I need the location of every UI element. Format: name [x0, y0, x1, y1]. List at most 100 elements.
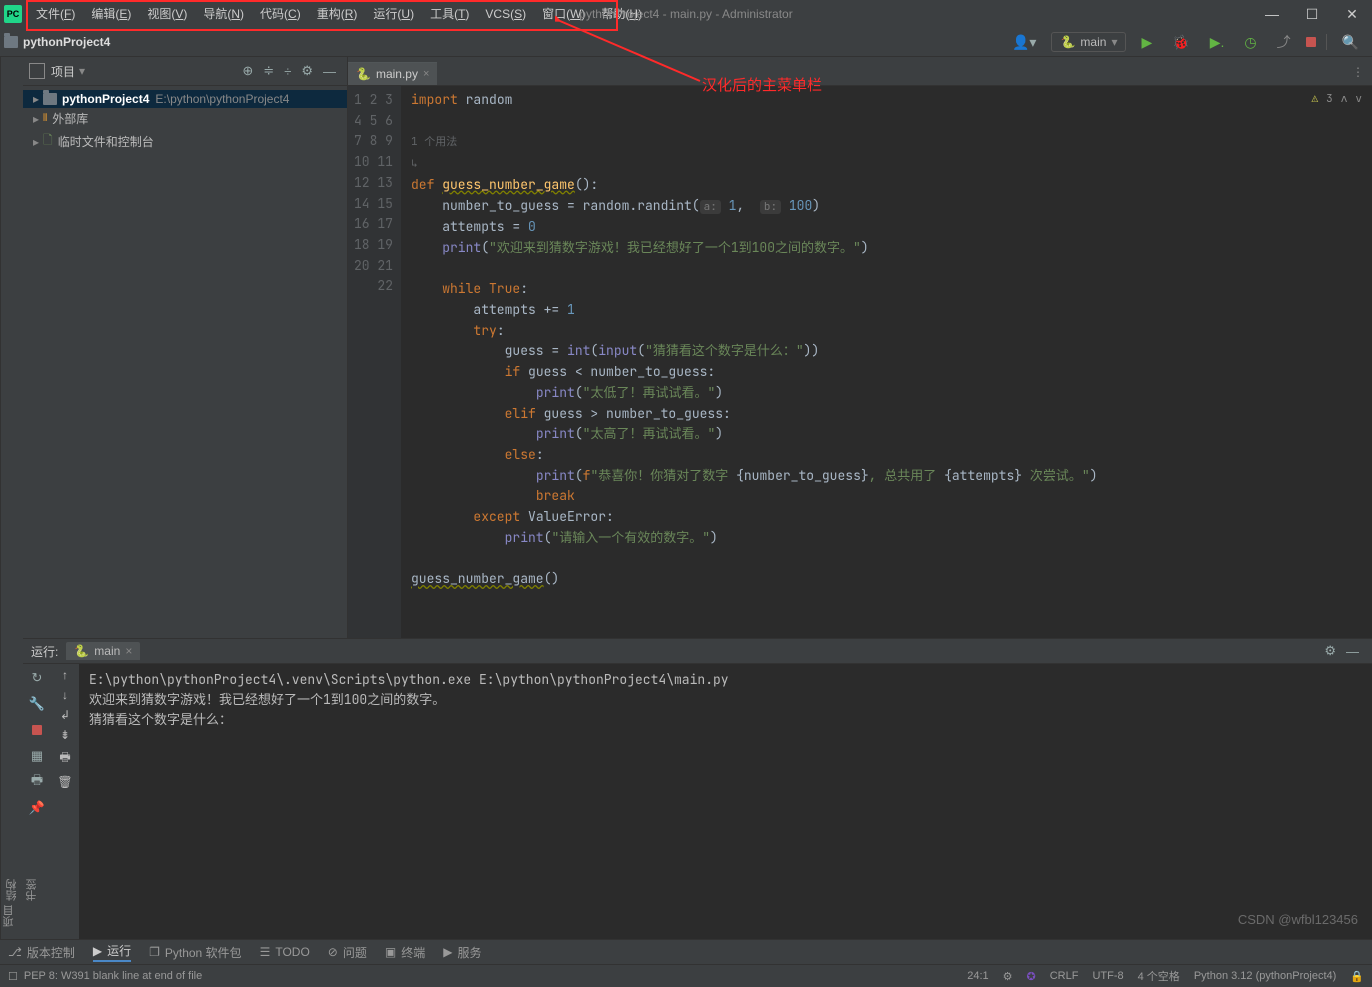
hide-icon[interactable]: — [1341, 644, 1364, 659]
library-icon: ⫴ [43, 113, 47, 124]
up-icon[interactable]: ↑ [62, 668, 68, 682]
collapse-all-icon[interactable]: ÷ [279, 64, 296, 79]
profile-button[interactable]: ◷ [1239, 34, 1261, 51]
tab-problems[interactable]: ⊘问题 [328, 944, 367, 961]
menu-item-4[interactable]: 代码(C) [252, 0, 309, 28]
coverage-button[interactable]: ▶. [1205, 34, 1230, 51]
pin-icon[interactable]: 📌 [27, 798, 47, 818]
code-text[interactable]: import random 1 个用法 ↳ def guess_number_g… [401, 86, 1372, 638]
breadcrumb[interactable]: pythonProject4 [23, 35, 110, 49]
tab-todo[interactable]: ☰TODO [260, 945, 310, 959]
down-icon[interactable]: ↓ [62, 688, 68, 702]
hide-icon[interactable]: — [318, 64, 341, 79]
status-interpreter[interactable]: Python 3.12 (pythonProject4) [1194, 970, 1336, 982]
chevron-right-icon[interactable] [33, 135, 43, 149]
tab-vcs[interactable]: ⎇版本控制 [8, 944, 75, 961]
terminal-icon: ▣ [385, 945, 396, 959]
left-tool-strip: 项目 [0, 57, 23, 939]
left-tab-structure[interactable]: 结构 [2, 879, 22, 901]
tree-scratches[interactable]: 🗋 临时文件和控制台 [23, 129, 347, 154]
clear-icon[interactable]: 🖶 [59, 748, 70, 769]
stop-icon[interactable] [27, 720, 47, 740]
status-indent[interactable]: 4 个空格 [1138, 968, 1180, 984]
status-line-sep[interactable]: CRLF [1050, 970, 1079, 982]
tab-terminal[interactable]: ▣终端 [385, 944, 425, 961]
run-sub-toolbar: ↑ ↓ ↲ ⇟ 🖶 🗑 [51, 664, 79, 939]
close-tab-icon[interactable]: × [423, 68, 429, 80]
minimize-button[interactable]: — [1252, 0, 1292, 28]
status-lock-icon[interactable]: 🔒 [1350, 970, 1364, 983]
run-settings-icon[interactable]: ⚙ [1319, 643, 1341, 659]
tab-services[interactable]: ▶服务 [443, 944, 481, 961]
tab-packages[interactable]: ❐Python 软件包 [149, 944, 241, 961]
chevron-right-icon[interactable] [33, 92, 43, 106]
left-tab-bookmark[interactable]: 书签 [22, 879, 42, 901]
tab-run[interactable]: ▶运行 [93, 942, 131, 962]
editor-tab-main[interactable]: 🐍 main.py × [348, 62, 437, 85]
trash-icon[interactable]: 🗑 [57, 775, 72, 789]
editor-tab-label: main.py [376, 67, 418, 81]
status-hide-icon[interactable]: ☐ [8, 970, 18, 983]
menu-item-5[interactable]: 重构(R) [309, 0, 366, 28]
settings-icon[interactable]: ⚙ [296, 63, 318, 79]
main-menu: 文件(F)编辑(E)视图(V)导航(N)代码(C)重构(R)运行(U)工具(T)… [26, 0, 650, 28]
menu-item-7[interactable]: 工具(T) [422, 0, 477, 28]
close-tab-icon[interactable]: × [125, 644, 132, 658]
tool-icon[interactable]: 🔧 [27, 694, 47, 714]
chevron-right-icon[interactable] [33, 112, 43, 126]
editor-options-icon[interactable]: ⋮ [1344, 59, 1372, 85]
menu-item-3[interactable]: 导航(N) [195, 0, 252, 28]
debug-button[interactable]: 🐞 [1167, 34, 1194, 51]
todo-icon: ☰ [260, 945, 271, 959]
status-encoding[interactable]: UTF-8 [1092, 970, 1123, 982]
stop-button[interactable] [1306, 37, 1316, 47]
run-button[interactable]: ▶ [1136, 34, 1157, 51]
line-gutter[interactable]: 1 2 3 4 5 6 7 8 9 10 11 12 13 14 15 16 1… [348, 86, 401, 638]
rerun-icon[interactable]: ↻ [27, 668, 47, 688]
chevron-down-icon[interactable]: ▾ [79, 64, 85, 78]
menu-item-2[interactable]: 视图(V) [139, 0, 195, 28]
expand-all-icon[interactable]: ≑ [258, 63, 279, 79]
run-tab[interactable]: 🐍 main × [66, 642, 140, 660]
tree-root-name: pythonProject4 [62, 92, 149, 106]
search-icon[interactable]: 🔍 [1337, 34, 1364, 51]
folder-icon [4, 36, 18, 48]
annotation-text: 汉化后的主菜单栏 [702, 74, 822, 95]
tree-scratch-label: 临时文件和控制台 [58, 133, 154, 150]
run-config-selector[interactable]: 🐍 main ▾ [1051, 32, 1126, 52]
menu-item-1[interactable]: 编辑(E) [83, 0, 139, 28]
project-view-icon[interactable] [29, 63, 45, 79]
python-file-icon: 🐍 [356, 67, 371, 81]
status-caret-pos[interactable]: 24:1 [967, 970, 988, 982]
layout-icon[interactable]: ▦ [27, 746, 47, 766]
attach-button[interactable]: ⤴ [1272, 32, 1296, 52]
status-intent-icon[interactable]: ✪ [1027, 970, 1036, 983]
wrap-icon[interactable]: ↲ [60, 708, 70, 722]
nav-bar: pythonProject4 👤▾ 🐍 main ▾ ▶ 🐞 ▶. ◷ ⤴ 🔍 [0, 28, 1372, 57]
console-output[interactable]: E:\python\pythonProject4\.venv\Scripts\p… [79, 664, 1372, 939]
close-button[interactable]: ✕ [1332, 0, 1372, 28]
run-tab-label: main [94, 644, 120, 658]
menu-item-6[interactable]: 运行(U) [365, 0, 422, 28]
code-area[interactable]: 1 2 3 4 5 6 7 8 9 10 11 12 13 14 15 16 1… [348, 86, 1372, 638]
scroll-icon[interactable]: ⇟ [60, 728, 70, 742]
tree-external-libs[interactable]: ⫴ 外部库 [23, 108, 347, 129]
chevron-down-icon[interactable]: v [1355, 92, 1362, 106]
status-message: PEP 8: W391 blank line at end of file [24, 970, 202, 982]
status-gear-icon[interactable]: ⚙ [1003, 970, 1013, 983]
menu-item-8[interactable]: VCS(S) [477, 0, 534, 28]
python-icon: 🐍 [74, 644, 89, 658]
print-icon[interactable]: 🖶 [27, 772, 47, 792]
maximize-button[interactable]: ☐ [1292, 0, 1332, 28]
run-config-name: main [1080, 35, 1106, 49]
run-tool-window: 运行: 🐍 main × ⚙ — ↻ 🔧 ▦ [23, 638, 1372, 939]
select-opened-file-icon[interactable]: ⊕ [237, 63, 258, 79]
services-icon: ▶ [443, 945, 452, 959]
user-icon[interactable]: 👤▾ [1007, 34, 1041, 51]
inspection-count: 3 [1326, 92, 1333, 106]
menu-item-0[interactable]: 文件(F) [28, 0, 83, 28]
inspection-widget[interactable]: ⚠ 3 ʌ v [1312, 92, 1362, 106]
window-title: pythonProject4 - main.py - Administrator [579, 7, 792, 21]
tree-root[interactable]: pythonProject4 E:\python\pythonProject4 [23, 90, 347, 108]
chevron-up-icon[interactable]: ʌ [1341, 92, 1348, 106]
